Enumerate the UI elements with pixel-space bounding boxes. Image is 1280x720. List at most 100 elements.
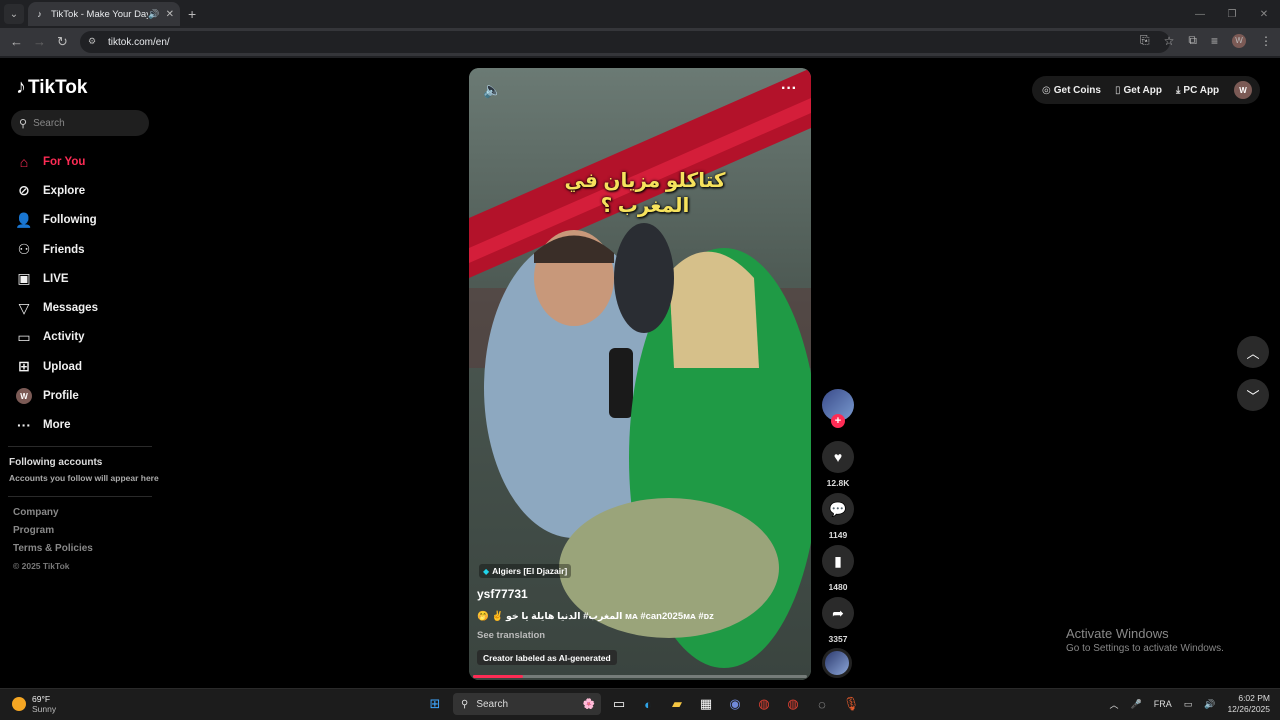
media-control-icon[interactable]: ≡ — [1211, 34, 1218, 48]
main-nav: ⌂ For You ⊘ Explore 👤 Following ⚇ Friend… — [14, 147, 98, 440]
clock[interactable]: 6:02 PM 12/26/2025 — [1227, 693, 1270, 715]
following-accounts-title: Following accounts — [9, 457, 103, 468]
video-player[interactable]: 🔈 ··· كتاكلو مزيان في المغرب ؟ ◆ Algiers… — [469, 68, 811, 680]
system-tray: ︿ 🎤 FRA ▭ 🔊 6:02 PM 12/26/2025 — [1097, 693, 1270, 715]
toolbar-right: ⎘ ☆ ⧉ ≡ W ⋮ — [1140, 33, 1272, 48]
store-icon[interactable]: ▦ — [695, 693, 717, 715]
video-username[interactable]: ysf77731 — [477, 587, 528, 601]
install-app-icon[interactable]: ⎘ — [1140, 33, 1150, 48]
nav-item-activity[interactable]: ▭ Activity — [14, 323, 98, 352]
obs-icon[interactable]: ◌ — [811, 693, 833, 715]
file-explorer-icon[interactable]: ▰ — [666, 693, 688, 715]
bookmark-star-icon[interactable]: ☆ — [1164, 34, 1175, 48]
get-coins-button[interactable]: ◎ Get Coins — [1042, 85, 1101, 96]
music-disc-avatar[interactable] — [822, 648, 852, 678]
next-video-button[interactable]: ﹀ — [1237, 379, 1269, 411]
url-text: tiktok.com/en/ — [108, 36, 170, 48]
browser-profile-avatar[interactable]: W — [1232, 33, 1246, 48]
nav-label: Friends — [43, 243, 85, 256]
tab-close-icon[interactable]: ✕ — [166, 9, 174, 20]
nav-item-following[interactable]: 👤 Following — [14, 206, 98, 235]
microphone-app-icon[interactable]: 🎙 — [840, 693, 862, 715]
sidebar: ♪ TikTok ⚲ Search ⌂ For You ⊘ Explore 👤 … — [0, 58, 160, 688]
back-icon[interactable]: ← — [10, 34, 23, 49]
close-window-icon[interactable]: ✕ — [1248, 0, 1280, 28]
comment-action[interactable]: 💬 1149 — [822, 493, 854, 540]
windows-start-icon[interactable]: ⊞ — [424, 693, 446, 715]
url-field[interactable]: ⚙ tiktok.com/en/ — [80, 31, 1170, 53]
comment-icon[interactable]: 💬 — [822, 493, 854, 525]
chrome-profile-icon[interactable]: ◍ — [782, 693, 804, 715]
minimize-icon[interactable]: — — [1184, 0, 1216, 28]
search-input[interactable]: ⚲ Search — [11, 110, 149, 136]
nav-item-for-you[interactable]: ⌂ For You — [14, 147, 98, 176]
tiktok-logo[interactable]: ♪ TikTok — [16, 76, 87, 99]
tab-search-icon[interactable]: ⌄ — [4, 4, 24, 24]
top-right-bar: ◎ Get Coins ▯ Get App ⤓ PC App W — [1032, 76, 1260, 104]
speaker-icon[interactable]: 🔊 — [1204, 699, 1215, 710]
nav-item-messages[interactable]: ▽ Messages — [14, 293, 98, 322]
volume-icon[interactable]: 🔈 — [483, 81, 502, 99]
weather-widget[interactable]: 69°F Sunny — [12, 694, 56, 714]
footer-company-link[interactable]: Company — [13, 507, 93, 525]
chrome-icon[interactable]: ◍ — [753, 693, 775, 715]
video-overlay-text: كتاكلو مزيان في المغرب ؟ — [564, 170, 726, 217]
search-placeholder: Search — [33, 117, 65, 129]
bookmark-action[interactable]: ▮ 1480 — [822, 545, 854, 592]
following-accounts-sub: Accounts you follow will appear here — [9, 473, 159, 483]
discord-icon[interactable]: ◉ — [724, 693, 746, 715]
like-count: 12.8K — [826, 478, 850, 488]
follow-plus-icon[interactable]: + — [831, 414, 845, 428]
video-progress-bar[interactable] — [473, 675, 807, 678]
network-icon[interactable]: ▭ — [1184, 699, 1193, 710]
extensions-icon[interactable]: ⧉ — [1188, 33, 1197, 48]
edge-icon[interactable]: ◐ — [637, 693, 659, 715]
task-view-icon[interactable]: ▭ — [608, 693, 630, 715]
get-app-button[interactable]: ▯ Get App — [1115, 85, 1162, 96]
nav-label: Profile — [43, 390, 79, 403]
nav-item-more[interactable]: ··· More — [14, 411, 98, 440]
user-follow-icon: 👤 — [15, 211, 33, 228]
like-action[interactable]: ♥ 12.8K — [822, 441, 854, 488]
logo-text: TikTok — [28, 76, 88, 98]
see-translation-link[interactable]: See translation — [477, 630, 545, 641]
compass-icon: ⊘ — [18, 182, 30, 199]
maximize-icon[interactable]: ❐ — [1216, 0, 1248, 28]
location-tag[interactable]: ◆ Algiers [El Djazair] — [479, 564, 572, 578]
mic-tray-icon[interactable]: 🎤 — [1131, 699, 1142, 710]
forward-icon[interactable]: → — [33, 34, 46, 49]
nav-item-explore[interactable]: ⊘ Explore — [14, 176, 98, 205]
pc-app-button[interactable]: ⤓ PC App — [1176, 85, 1219, 96]
bookmark-icon[interactable]: ▮ — [822, 545, 854, 577]
video-more-icon[interactable]: ··· — [781, 80, 797, 98]
search-highlight-icon: 🌸 — [582, 698, 595, 710]
browser-tab[interactable]: ♪ TikTok - Make Your Day 🔊 ✕ — [28, 2, 180, 26]
share-count: 3357 — [828, 634, 848, 644]
action-column: + ♥ 12.8K 💬 1149 ▮ 1480 ➦ 3357 — [822, 389, 854, 644]
nav-item-live[interactable]: ▣ LIVE — [14, 264, 98, 293]
nav-item-friends[interactable]: ⚇ Friends — [14, 235, 98, 264]
nav-label: Activity — [43, 331, 85, 344]
nav-label: Upload — [43, 360, 82, 373]
new-tab-icon[interactable]: + — [188, 6, 196, 22]
footer-program-link[interactable]: Program — [13, 525, 93, 543]
user-avatar[interactable]: W — [1234, 81, 1252, 99]
site-info-icon[interactable]: ⚙ — [88, 36, 100, 48]
share-icon[interactable]: ➦ — [822, 597, 854, 629]
tab-audio-icon[interactable]: 🔊 — [148, 9, 159, 20]
taskbar-search[interactable]: ⚲ Search 🌸 — [453, 693, 601, 715]
browser-menu-icon[interactable]: ⋮ — [1260, 34, 1272, 48]
taskbar-apps: ⊞ ⚲ Search 🌸 ▭ ◐ ▰ ▦ ◉ ◍ ◍ ◌ 🎙 — [424, 693, 869, 715]
reload-icon[interactable]: ↻ — [57, 34, 68, 50]
search-icon: ⚲ — [461, 698, 469, 710]
nav-item-profile[interactable]: W Profile — [14, 381, 98, 410]
heart-icon[interactable]: ♥ — [822, 441, 854, 473]
previous-video-button[interactable]: ︿ — [1237, 336, 1269, 368]
bookmark-count: 1480 — [828, 582, 848, 592]
language-indicator[interactable]: FRA — [1154, 699, 1172, 709]
share-action[interactable]: ➦ 3357 — [822, 597, 854, 644]
footer-terms-link[interactable]: Terms & Policies — [13, 543, 93, 561]
tray-expand-icon[interactable]: ︿ — [1109, 698, 1118, 711]
nav-item-upload[interactable]: ⊞ Upload — [14, 352, 98, 381]
creator-avatar[interactable]: + — [822, 389, 854, 428]
